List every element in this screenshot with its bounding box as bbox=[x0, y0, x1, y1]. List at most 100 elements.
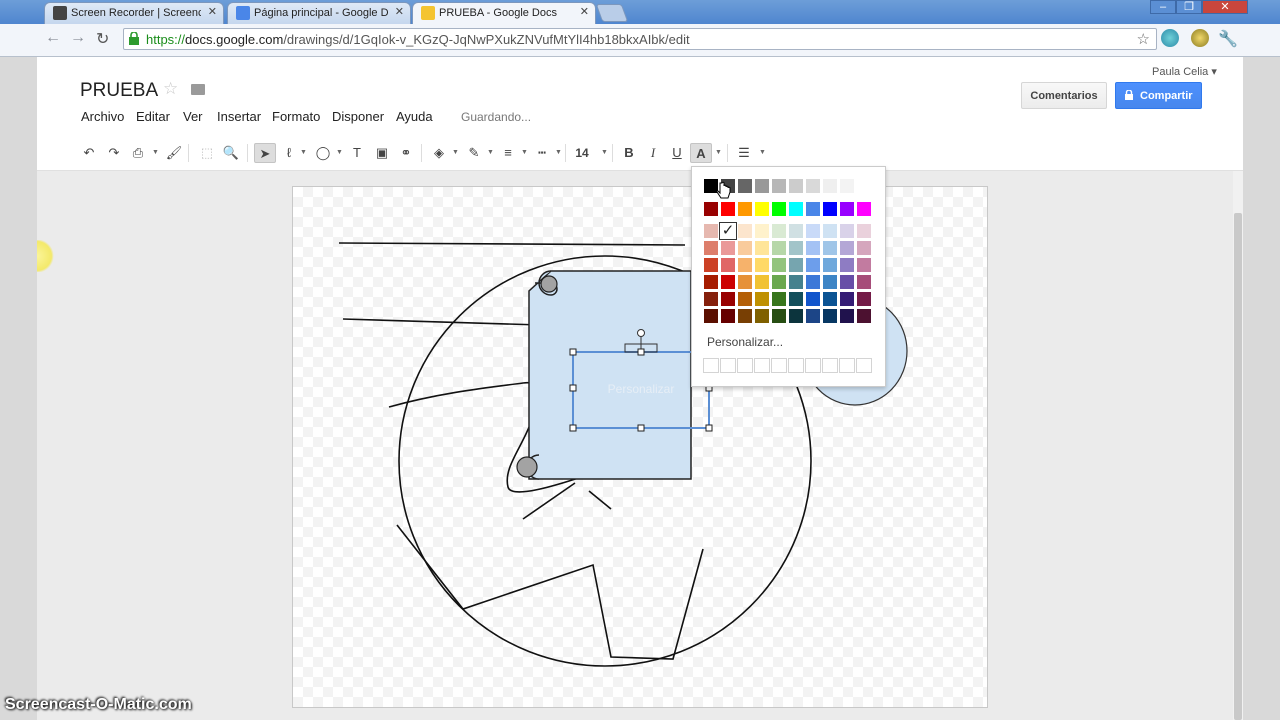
color-swatch[interactable] bbox=[738, 292, 752, 306]
color-swatch[interactable] bbox=[823, 309, 837, 323]
redo-icon[interactable]: ↷ bbox=[103, 143, 125, 163]
menu-formato[interactable]: Formato bbox=[272, 109, 320, 124]
color-swatch[interactable] bbox=[806, 258, 820, 272]
color-swatch[interactable] bbox=[789, 179, 803, 193]
color-swatch[interactable] bbox=[704, 275, 718, 289]
line-tool-icon[interactable]: ℓ bbox=[278, 143, 300, 163]
color-swatch[interactable] bbox=[704, 292, 718, 306]
close-icon[interactable]: ✕ bbox=[395, 3, 404, 21]
close-icon[interactable]: ✕ bbox=[208, 3, 217, 21]
color-swatch[interactable] bbox=[840, 258, 854, 272]
browser-tab-screen-recorder[interactable]: Screen Recorder | Screencast ✕ bbox=[44, 2, 224, 24]
color-swatch[interactable] bbox=[840, 309, 854, 323]
color-swatch[interactable] bbox=[721, 292, 735, 306]
line-color-icon[interactable]: ✎ bbox=[463, 143, 485, 163]
color-swatch[interactable] bbox=[704, 258, 718, 272]
color-swatch[interactable] bbox=[840, 292, 854, 306]
align-icon[interactable]: ☰ bbox=[733, 143, 755, 163]
color-swatch[interactable] bbox=[772, 179, 786, 193]
chevron-down-icon[interactable]: ▼ bbox=[521, 149, 528, 156]
color-swatch[interactable] bbox=[840, 202, 854, 216]
close-icon[interactable]: ✕ bbox=[580, 3, 589, 21]
color-swatch[interactable] bbox=[823, 179, 837, 193]
link-icon[interactable]: ⚭ bbox=[395, 143, 417, 163]
color-swatch[interactable] bbox=[755, 202, 769, 216]
chevron-down-icon[interactable]: ▼ bbox=[759, 149, 766, 156]
chevron-down-icon[interactable]: ▼ bbox=[555, 149, 562, 156]
color-swatch[interactable] bbox=[772, 241, 786, 255]
color-swatch[interactable] bbox=[789, 292, 803, 306]
color-swatch[interactable] bbox=[755, 309, 769, 323]
menu-editar[interactable]: Editar bbox=[136, 109, 170, 124]
extension-icon[interactable] bbox=[1161, 29, 1179, 47]
minimize-button[interactable]: – bbox=[1150, 0, 1176, 14]
extension-icon[interactable] bbox=[1191, 29, 1209, 47]
shape-tool-icon[interactable]: ◯ bbox=[312, 143, 334, 163]
underline-button[interactable]: U bbox=[666, 143, 688, 163]
new-tab-button[interactable] bbox=[595, 4, 629, 22]
chevron-down-icon[interactable]: ▼ bbox=[152, 149, 159, 156]
reload-icon[interactable]: ↻ bbox=[96, 29, 109, 49]
custom-color-slot[interactable] bbox=[839, 358, 855, 373]
color-swatch[interactable] bbox=[840, 241, 854, 255]
color-swatch[interactable] bbox=[789, 224, 803, 238]
window-close-button[interactable]: ✕ bbox=[1202, 0, 1248, 14]
color-swatch[interactable] bbox=[789, 258, 803, 272]
color-swatch[interactable] bbox=[772, 258, 786, 272]
custom-color-slot[interactable] bbox=[737, 358, 753, 373]
chevron-down-icon[interactable]: ▼ bbox=[336, 149, 343, 156]
color-swatch[interactable] bbox=[840, 275, 854, 289]
comments-button[interactable]: Comentarios bbox=[1021, 82, 1107, 109]
maximize-button[interactable]: ❐ bbox=[1176, 0, 1202, 14]
folder-icon[interactable] bbox=[191, 84, 205, 95]
custom-color-link[interactable]: Personalizar... bbox=[707, 335, 783, 349]
color-swatch[interactable] bbox=[806, 275, 820, 289]
color-swatch[interactable] bbox=[738, 275, 752, 289]
color-swatch[interactable] bbox=[857, 179, 871, 193]
color-swatch[interactable] bbox=[789, 202, 803, 216]
color-swatch[interactable] bbox=[857, 241, 871, 255]
browser-tab-google-drive[interactable]: Página principal - Google Drive ✕ bbox=[227, 2, 411, 24]
color-swatch[interactable] bbox=[755, 241, 769, 255]
browser-tab-prueba[interactable]: PRUEBA - Google Docs ✕ bbox=[412, 2, 596, 24]
document-title[interactable]: PRUEBA bbox=[80, 80, 158, 102]
color-swatch[interactable] bbox=[738, 241, 752, 255]
color-swatch[interactable] bbox=[840, 224, 854, 238]
color-swatch[interactable] bbox=[857, 292, 871, 306]
wrench-icon[interactable]: 🔧 bbox=[1218, 29, 1238, 49]
menu-disponer[interactable]: Disponer bbox=[332, 109, 384, 124]
color-swatch[interactable] bbox=[755, 292, 769, 306]
custom-color-slot[interactable] bbox=[754, 358, 770, 373]
chevron-down-icon[interactable]: ▼ bbox=[601, 149, 608, 156]
color-swatch[interactable] bbox=[823, 241, 837, 255]
color-swatch[interactable] bbox=[772, 224, 786, 238]
text-color-button[interactable]: A bbox=[690, 143, 712, 163]
color-swatch[interactable] bbox=[857, 224, 871, 238]
custom-color-slot[interactable] bbox=[805, 358, 821, 373]
color-swatch[interactable] bbox=[823, 292, 837, 306]
back-arrow-icon[interactable]: ← bbox=[45, 29, 61, 47]
color-swatch[interactable] bbox=[789, 275, 803, 289]
color-swatch[interactable] bbox=[823, 275, 837, 289]
color-swatch[interactable] bbox=[857, 258, 871, 272]
color-swatch[interactable] bbox=[772, 309, 786, 323]
custom-color-slot[interactable] bbox=[771, 358, 787, 373]
color-swatch[interactable] bbox=[857, 275, 871, 289]
color-swatch[interactable] bbox=[857, 309, 871, 323]
color-swatch[interactable] bbox=[721, 275, 735, 289]
chevron-down-icon[interactable]: ▼ bbox=[452, 149, 459, 156]
color-swatch[interactable] bbox=[823, 224, 837, 238]
forward-arrow-icon[interactable]: → bbox=[70, 29, 86, 47]
menu-insertar[interactable]: Insertar bbox=[217, 109, 261, 124]
textbox-icon[interactable]: T bbox=[346, 143, 368, 163]
color-swatch[interactable] bbox=[755, 258, 769, 272]
color-swatch[interactable] bbox=[823, 258, 837, 272]
color-swatch[interactable] bbox=[721, 241, 735, 255]
chevron-down-icon[interactable]: ▼ bbox=[715, 149, 722, 156]
bookmark-star-icon[interactable]: ☆ bbox=[1137, 30, 1150, 48]
menu-ayuda[interactable]: Ayuda bbox=[396, 109, 433, 124]
line-dash-icon[interactable]: ┅ bbox=[531, 143, 553, 163]
color-swatch[interactable] bbox=[772, 202, 786, 216]
color-swatch[interactable] bbox=[806, 241, 820, 255]
share-button[interactable]: Compartir bbox=[1115, 82, 1202, 109]
